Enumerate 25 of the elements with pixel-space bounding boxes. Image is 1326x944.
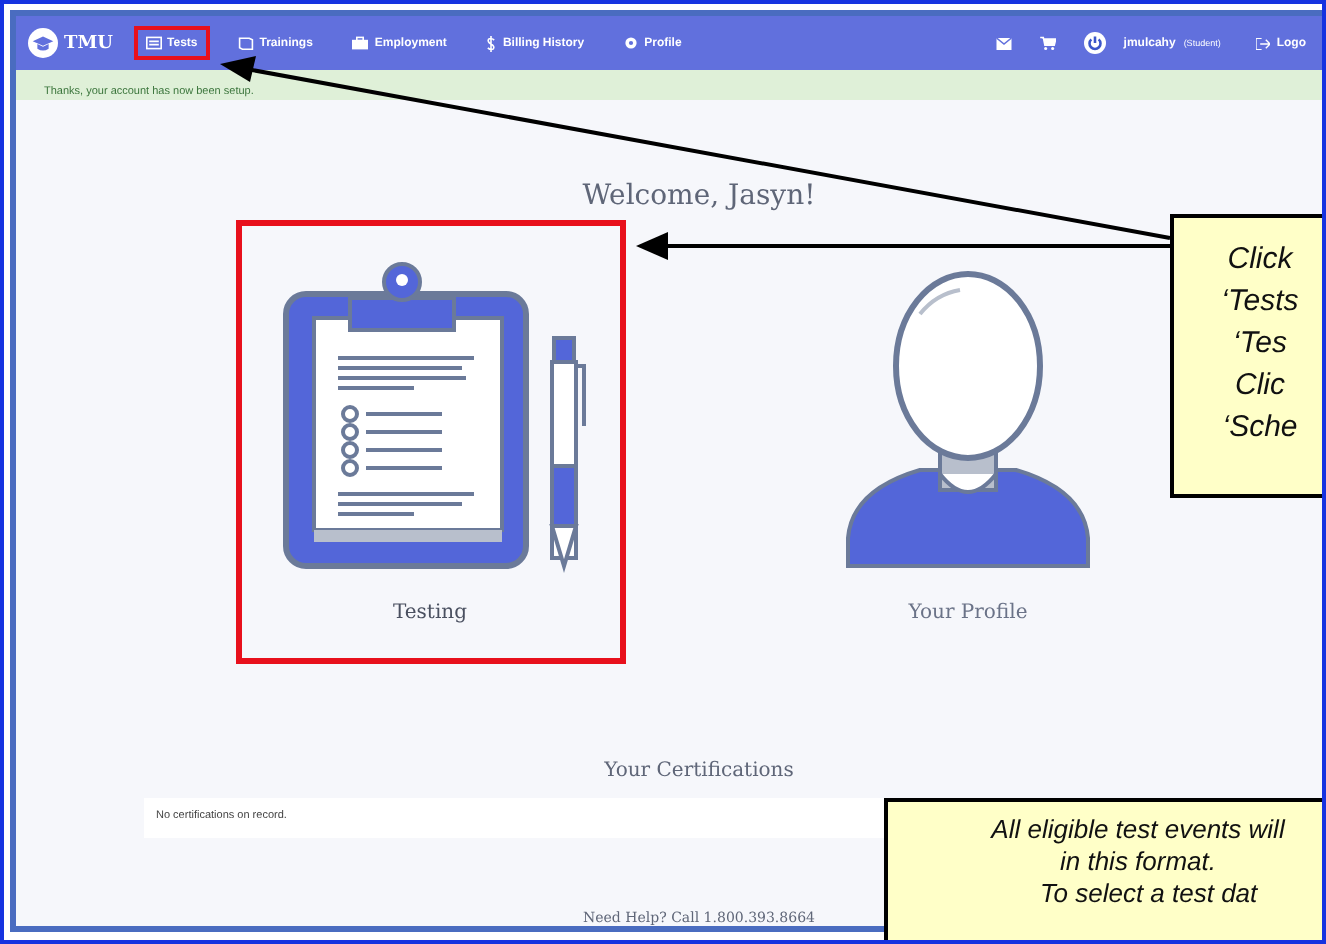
callout-text: Click bbox=[1227, 240, 1293, 280]
list-icon bbox=[145, 36, 162, 50]
briefcase-icon bbox=[352, 36, 369, 50]
dashboard-tile[interactable]: Testing bbox=[235, 220, 625, 664]
callout-text: To select a test dat bbox=[1040, 878, 1258, 910]
callout-text: ‘Tes bbox=[1233, 324, 1287, 364]
callout-text: Clic bbox=[1235, 366, 1285, 406]
callout-text: in this format. bbox=[1059, 846, 1217, 878]
mail-icon[interactable] bbox=[995, 37, 1012, 49]
welcome-heading: Welcome, Jasyn! bbox=[582, 180, 816, 212]
tile-label: Testing bbox=[392, 602, 467, 624]
tile-label: Your Profile bbox=[908, 602, 1028, 624]
callout-text: All eligible test events will bbox=[991, 814, 1285, 846]
cart-icon[interactable] bbox=[1039, 36, 1056, 50]
section-heading: Your Certifications bbox=[604, 760, 794, 782]
book-icon bbox=[237, 36, 254, 50]
dashboard-tile[interactable]: Your Profile bbox=[773, 220, 1163, 664]
callout-text: ‘Sche bbox=[1222, 408, 1298, 448]
dollar-icon bbox=[486, 35, 497, 51]
logo-text: TMU bbox=[64, 33, 114, 53]
sign-out-icon bbox=[1256, 37, 1271, 49]
power-icon[interactable] bbox=[1083, 32, 1106, 54]
graduation-cap-icon bbox=[28, 28, 58, 58]
gear-icon bbox=[624, 36, 639, 50]
callout-text: ‘Tests bbox=[1221, 282, 1299, 322]
